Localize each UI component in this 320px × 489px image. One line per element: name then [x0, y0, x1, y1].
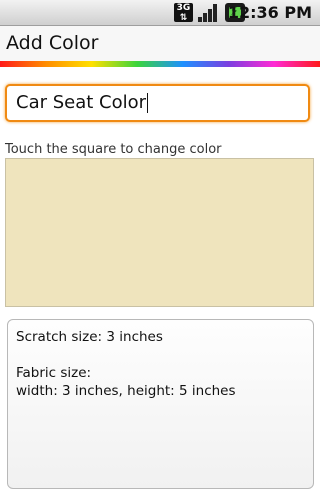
text-cursor — [147, 93, 149, 113]
color-name-input[interactable]: Car Seat Color — [5, 84, 310, 122]
network-label: 3G — [176, 3, 191, 13]
color-name-value: Car Seat Color — [16, 92, 147, 113]
fabric-dimensions-text: width: 3 inches, height: 5 inches — [16, 383, 236, 399]
color-swatch[interactable] — [5, 158, 314, 307]
swatch-hint: Touch the square to change color — [5, 142, 222, 157]
title-bar: Add Color — [0, 26, 320, 61]
clock: 12:36 PM — [227, 3, 312, 22]
network-3g-icon: 3G ⇅ — [174, 3, 193, 23]
data-arrows-icon: ⇅ — [179, 13, 188, 23]
status-bar: 3G ⇅ 12:36 PM — [0, 0, 320, 26]
signal-strength-icon — [198, 3, 218, 22]
page-title: Add Color — [6, 32, 99, 54]
size-info-panel: Scratch size: 3 inches Fabric size: widt… — [7, 319, 314, 489]
rainbow-divider — [0, 61, 320, 67]
fabric-size-heading: Fabric size: — [16, 365, 92, 381]
scratch-size-text: Scratch size: 3 inches — [16, 329, 163, 345]
